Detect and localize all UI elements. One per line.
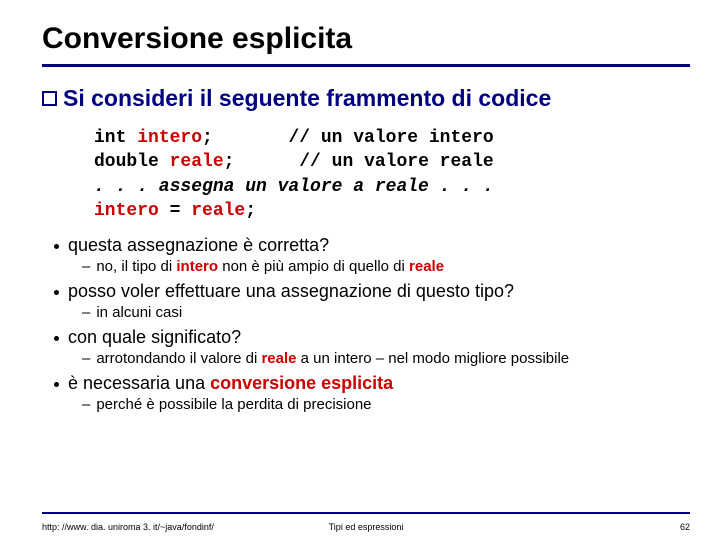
content-area: Si consideri il seguente frammento di co…: [42, 85, 690, 413]
answer-text: perché è possibile la perdita di precisi…: [96, 396, 371, 413]
question-item: questa assegnazione è corretta?: [54, 235, 690, 256]
slide-title: Conversione esplicita: [42, 22, 690, 62]
code-comment: ; // un valore reale: [224, 152, 494, 172]
question-item: con quale significato?: [54, 327, 690, 348]
code-semi: ;: [245, 201, 256, 221]
dash-icon: –: [82, 396, 90, 413]
bullet-icon: [54, 382, 59, 387]
footer-left: http: //www. dia. uniroma 3. it/~java/fo…: [42, 522, 214, 532]
dash-icon: –: [82, 258, 90, 275]
square-bullet-icon: [42, 91, 57, 106]
code-kw: double: [94, 152, 170, 172]
dash-icon: –: [82, 304, 90, 321]
question-text: posso voler effettuare una assegnazione …: [68, 281, 514, 302]
answer-item: – perché è possibile la perdita di preci…: [82, 396, 690, 413]
code-var: reale: [170, 152, 224, 172]
code-note: . . . assegna un valore a reale . . .: [94, 177, 494, 197]
code-op: =: [159, 201, 191, 221]
question-item: è necessaria una conversione esplicita: [54, 373, 690, 394]
title-rule: [42, 64, 690, 67]
footer: http: //www. dia. uniroma 3. it/~java/fo…: [42, 522, 690, 532]
code-block: int intero; // un valore intero double r…: [94, 126, 690, 223]
question-text: con quale significato?: [68, 327, 241, 348]
dash-icon: –: [82, 350, 90, 367]
question-text: è necessaria una conversione esplicita: [68, 373, 393, 394]
code-var: reale: [191, 201, 245, 221]
title-block: Conversione esplicita: [42, 22, 690, 67]
footer-center: Tipi ed espressioni: [329, 522, 404, 532]
question-item: posso voler effettuare una assegnazione …: [54, 281, 690, 302]
qa-list: questa assegnazione è corretta? – no, il…: [54, 235, 690, 413]
main-bullet: Si consideri il seguente frammento di co…: [42, 85, 690, 112]
answer-text: arrotondando il valore di reale a un int…: [96, 350, 569, 367]
footer-page-number: 62: [680, 522, 690, 532]
answer-item: – arrotondando il valore di reale a un i…: [82, 350, 690, 367]
bullet-icon: [54, 336, 59, 341]
code-var: intero: [94, 201, 159, 221]
answer-item: – in alcuni casi: [82, 304, 690, 321]
answer-text: in alcuni casi: [96, 304, 182, 321]
bullet-icon: [54, 290, 59, 295]
question-text: questa assegnazione è corretta?: [68, 235, 329, 256]
answer-text: no, il tipo di intero non è più ampio di…: [96, 258, 444, 275]
code-var: intero: [137, 128, 202, 148]
code-comment: ; // un valore intero: [202, 128, 494, 148]
slide: Conversione esplicita Si consideri il se…: [0, 0, 720, 413]
footer-rule: [42, 512, 690, 514]
answer-item: – no, il tipo di intero non è più ampio …: [82, 258, 690, 275]
bullet-icon: [54, 244, 59, 249]
main-bullet-text: Si consideri il seguente frammento di co…: [63, 85, 551, 112]
code-kw: int: [94, 128, 137, 148]
